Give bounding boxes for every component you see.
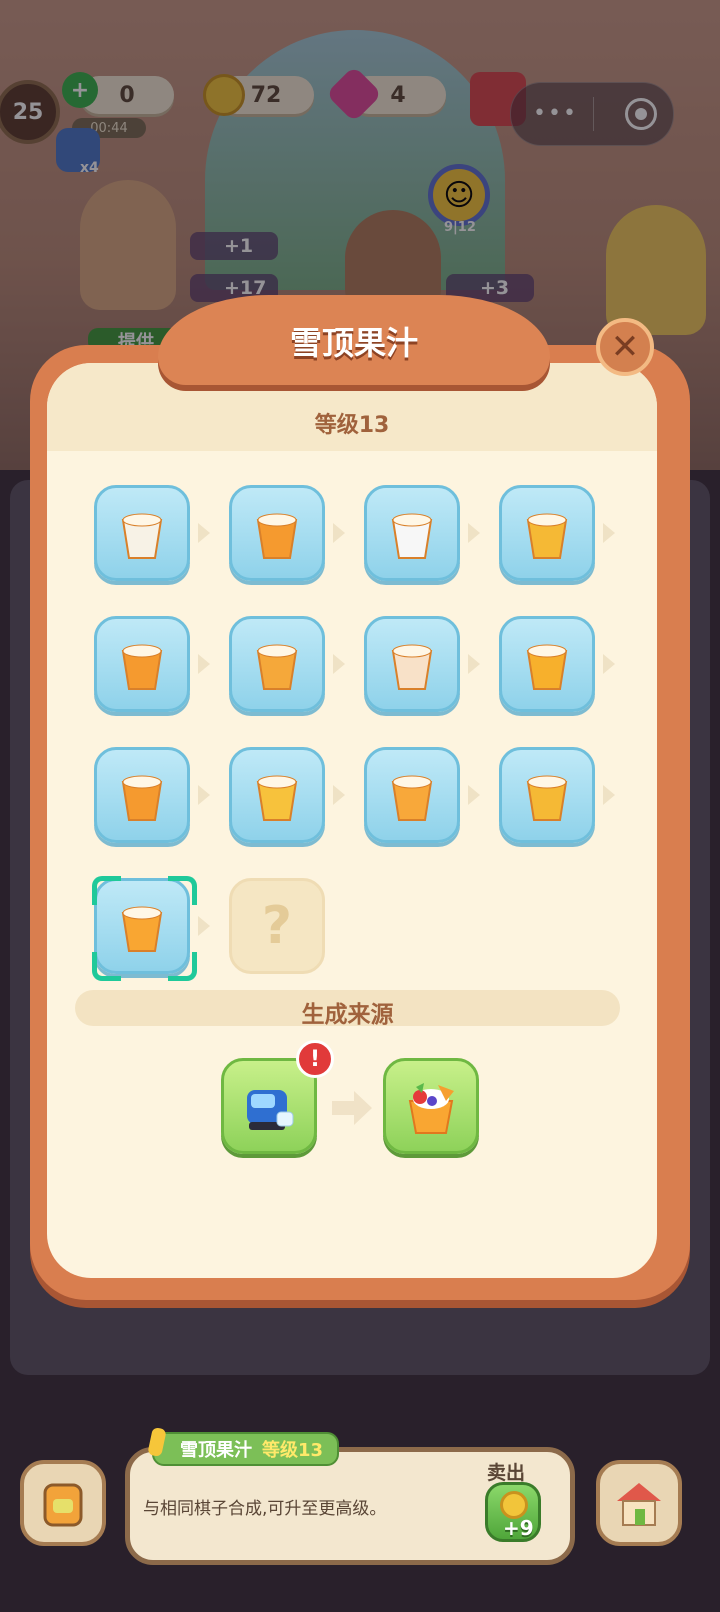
tropical-juice-jar-icon (121, 775, 163, 821)
chain-arrow-icon (468, 654, 480, 674)
arrow-right-icon (332, 1091, 372, 1125)
chain-tile-fruit-tea-pot[interactable] (229, 747, 325, 843)
tea-cup-icon (256, 513, 298, 559)
chain-arrow-icon (198, 916, 210, 936)
chain-arrow-icon (468, 785, 480, 805)
orange-juice-glass-icon (526, 644, 568, 690)
chain-arrow-icon (603, 523, 615, 543)
ice-machine-icon (247, 1090, 294, 1130)
selected-item-level: 等级13 (262, 1440, 324, 1461)
house-icon (617, 1483, 661, 1526)
close-icon: ✕ (610, 327, 640, 367)
source-result-tile[interactable] (383, 1058, 479, 1154)
chain-tile-foam-juice-mug[interactable] (364, 616, 460, 712)
selection-corner (168, 952, 197, 981)
honey-jar-icon (526, 513, 568, 559)
chain-tile-honey-jar[interactable] (499, 485, 595, 581)
bubble-tea-icon (256, 644, 298, 690)
chain-arrow-icon (198, 785, 210, 805)
juice-can-icon (121, 644, 163, 690)
unknown-item-label: ? (261, 896, 293, 956)
selection-corner (92, 876, 121, 905)
item-level-label: 等级13 (314, 413, 390, 438)
modal-title: 雪顶果汁 (289, 324, 418, 362)
chain-tile-bubble-tea[interactable] (229, 616, 325, 712)
home-button[interactable] (596, 1460, 682, 1546)
sell-amount: +9 (503, 1516, 534, 1540)
selection-corner (168, 876, 197, 905)
foam-juice-mug-icon (391, 644, 433, 690)
chain-tile-tea-cup[interactable] (229, 485, 325, 581)
selection-corner (92, 952, 121, 981)
yogurt-box-icon (391, 513, 433, 559)
chain-tile-tropical-juice-jar[interactable] (94, 747, 190, 843)
fruit-tea-pot-icon (256, 775, 298, 821)
source-title: 生成来源 (301, 1002, 394, 1028)
chain-arrow-icon (333, 523, 345, 543)
selected-item-name-tag: 雪顶果汁 等级13 (152, 1432, 340, 1466)
snow-top-juice-icon (408, 1083, 454, 1134)
alert-text: ! (309, 1046, 321, 1072)
chain-arrow-icon (603, 654, 615, 674)
orange-cocktail-icon (391, 775, 433, 821)
chain-tile-juice-can[interactable] (94, 616, 190, 712)
chain-arrow-icon (333, 785, 345, 805)
chain-tile-orange-cocktail[interactable] (364, 747, 460, 843)
empty-cup-icon (121, 513, 163, 559)
chain-tile-empty-cup[interactable] (94, 485, 190, 581)
chain-arrow-icon (468, 523, 480, 543)
chain-arrow-icon (198, 523, 210, 543)
alert-badge: ! (296, 1040, 334, 1078)
coin-icon (500, 1491, 528, 1519)
chain-tile-unknown-item[interactable]: ? (229, 878, 325, 974)
close-button[interactable]: ✕ (596, 318, 654, 376)
selected-item-name: 雪顶果汁 (180, 1440, 252, 1461)
inventory-button[interactable] (20, 1460, 106, 1546)
sell-label: 卖出 (487, 1462, 526, 1484)
item-description: 与相同棋子合成,可升至更高级。 (143, 1499, 387, 1519)
chain-tile-orange-juice-glass[interactable] (499, 616, 595, 712)
backpack-icon (43, 1483, 83, 1527)
chain-arrow-icon (333, 654, 345, 674)
chain-arrow-icon (198, 654, 210, 674)
chain-arrow-icon (603, 785, 615, 805)
chain-tile-yogurt-box[interactable] (364, 485, 460, 581)
fruit-juice-bowl-icon (526, 775, 568, 821)
chain-tile-fruit-juice-bowl[interactable] (499, 747, 595, 843)
